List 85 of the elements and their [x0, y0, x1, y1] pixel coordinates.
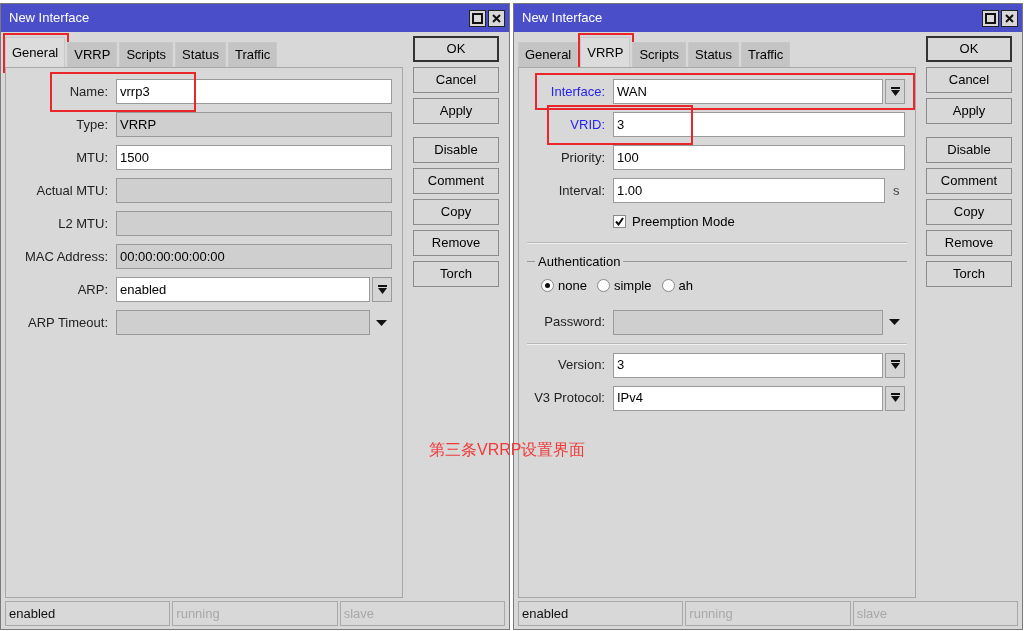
- checkmark-icon: [615, 217, 624, 227]
- group-title: Authentication: [537, 252, 622, 271]
- dialog-button[interactable]: Copy: [413, 199, 499, 225]
- field-label: Name:: [69, 82, 108, 101]
- close-icon: [1005, 13, 1014, 23]
- field-label: ARP:: [77, 280, 108, 299]
- maximize-icon: [985, 12, 996, 24]
- field-label: Interface:: [550, 82, 605, 101]
- dropdown-button[interactable]: [885, 79, 905, 104]
- dropdown-button[interactable]: [885, 352, 905, 378]
- radio-label: none: [558, 277, 587, 295]
- dropdown-field[interactable]: 3: [613, 352, 883, 378]
- text-field[interactable]: 100: [613, 145, 905, 170]
- dropdown-field[interactable]: [116, 310, 370, 335]
- tab[interactable]: Traffic: [740, 42, 791, 67]
- tab[interactable]: General: [518, 42, 579, 67]
- maximize-button[interactable]: [469, 9, 486, 27]
- field-label: Version:: [558, 356, 605, 375]
- maximize-icon: [472, 12, 483, 24]
- dialog-button[interactable]: Apply: [926, 98, 1012, 124]
- radio-label: simple: [613, 277, 652, 295]
- dropdown-arrow-icon: [375, 319, 387, 326]
- close-button[interactable]: [1001, 9, 1018, 27]
- field-label: ARP Timeout:: [28, 313, 108, 332]
- checkbox[interactable]: [613, 215, 626, 229]
- dialog-button[interactable]: Cancel: [926, 67, 1012, 93]
- radio-label: ah: [678, 277, 693, 295]
- dropdown-arrow-icon: [888, 319, 900, 325]
- field-label: Interval:: [558, 181, 605, 200]
- dropdown-arrow-icon: [377, 284, 387, 295]
- dialog-button[interactable]: Comment: [413, 168, 499, 194]
- tab[interactable]: Scripts: [119, 42, 174, 67]
- dialog-button[interactable]: Apply: [413, 98, 499, 124]
- text-field[interactable]: vrrp3: [116, 79, 392, 104]
- dropdown-field[interactable]: IPv4: [613, 385, 883, 411]
- field-label: VRID:: [570, 115, 605, 134]
- radio-button[interactable]: [661, 279, 675, 293]
- window-title: New Interface: [9, 9, 90, 28]
- dialog-button[interactable]: Copy: [926, 199, 1012, 225]
- dialog-button[interactable]: OK: [926, 36, 1012, 62]
- dialog-button[interactable]: OK: [413, 36, 499, 62]
- tab[interactable]: Status: [175, 42, 226, 67]
- tab[interactable]: VRRP: [67, 42, 118, 67]
- dropdown-arrow-icon: [890, 86, 900, 97]
- text-field[interactable]: 1500: [116, 145, 392, 170]
- dialog-button[interactable]: Disable: [926, 137, 1012, 163]
- tab[interactable]: Traffic: [227, 42, 278, 67]
- radio-button[interactable]: [596, 279, 610, 293]
- field-label: Password:: [544, 313, 605, 332]
- text-field[interactable]: 3: [613, 112, 905, 137]
- dialog-button[interactable]: Cancel: [413, 67, 499, 93]
- close-icon: [492, 13, 501, 23]
- dialog-button[interactable]: Remove: [926, 230, 1012, 256]
- radio-button[interactable]: [541, 279, 554, 293]
- dropdown-button[interactable]: [885, 385, 905, 411]
- field-label: MTU:: [76, 148, 108, 167]
- dialog-button[interactable]: Torch: [413, 261, 499, 287]
- close-button[interactable]: [488, 9, 505, 27]
- dialog-button[interactable]: Disable: [413, 137, 499, 163]
- window-title: New Interface: [522, 9, 603, 28]
- tab[interactable]: Scripts: [632, 42, 687, 67]
- dropdown-field[interactable]: enabled: [116, 277, 370, 302]
- dialog-button[interactable]: Comment: [926, 168, 1012, 194]
- dialog-button[interactable]: Torch: [926, 261, 1012, 287]
- field-label: Actual MTU:: [36, 181, 108, 200]
- dropdown-arrow-icon: [890, 393, 900, 403]
- tab[interactable]: Status: [688, 42, 739, 67]
- unit-label: s: [892, 181, 901, 200]
- field-label: MAC Address:: [24, 247, 108, 266]
- text-field[interactable]: 1.00: [613, 178, 885, 203]
- status-field: enabled: [5, 601, 171, 626]
- dropdown-arrow-icon: [890, 360, 900, 370]
- status-field: enabled: [518, 601, 684, 626]
- tab[interactable]: VRRP: [580, 37, 631, 67]
- field-label: Priority:: [560, 148, 605, 167]
- field-label: V3 Protocol:: [534, 389, 605, 408]
- dialog-button[interactable]: Remove: [413, 230, 499, 256]
- dropdown-field[interactable]: WAN: [613, 79, 883, 104]
- dropdown-button[interactable]: [372, 277, 392, 302]
- field-label: Type:: [76, 115, 108, 134]
- field-label: L2 MTU:: [58, 214, 108, 233]
- maximize-button[interactable]: [982, 9, 999, 27]
- dropdown-field[interactable]: [613, 309, 883, 335]
- checkbox-label: Preemption Mode: [632, 213, 735, 231]
- tab[interactable]: General: [5, 37, 66, 67]
